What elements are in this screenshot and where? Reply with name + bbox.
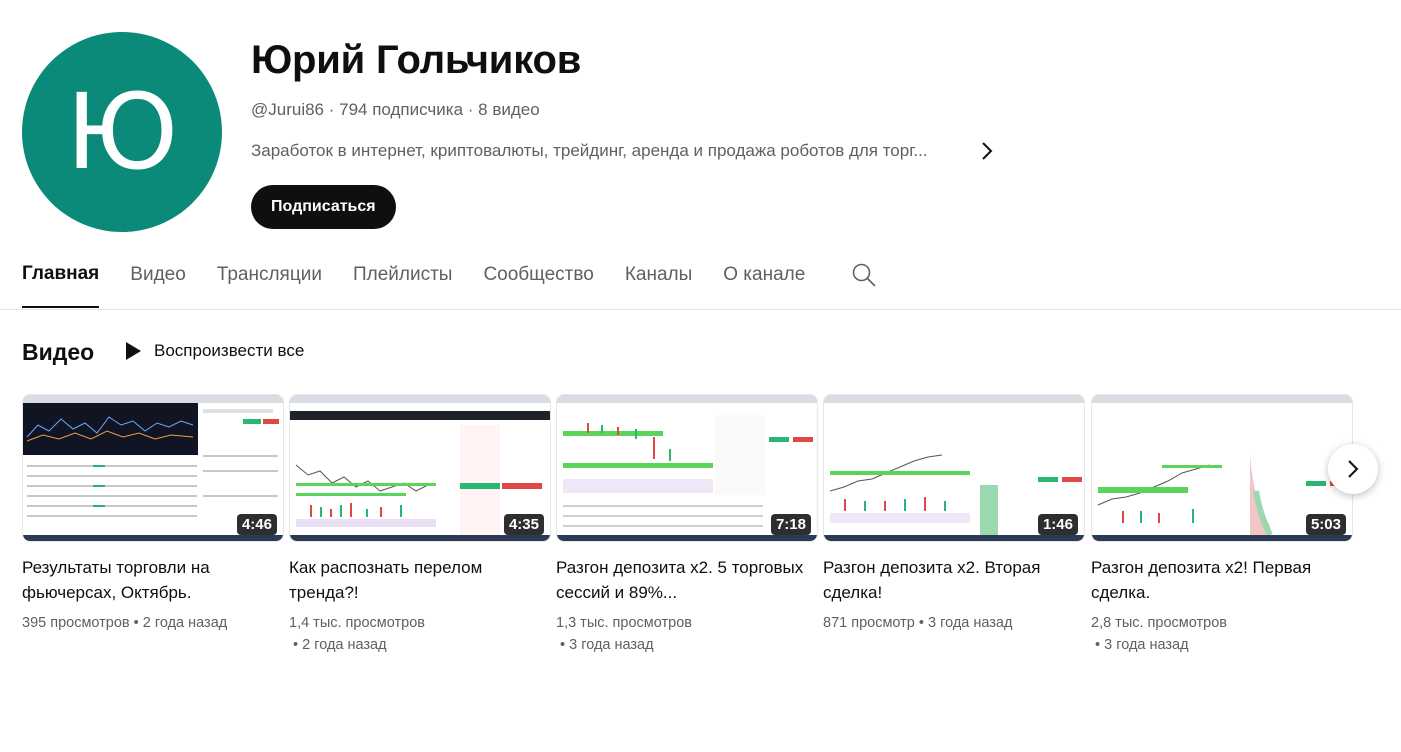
meta-separator: · xyxy=(463,100,479,119)
channel-tabs: Главная Видео Трансляции Плейлисты Сообщ… xyxy=(22,258,878,308)
channel-description-row[interactable]: Заработок в интернет, криптовалюты, трей… xyxy=(251,139,999,163)
video-thumbnail[interactable]: 1:46 xyxy=(823,394,1085,542)
video-duration: 7:18 xyxy=(770,514,811,535)
video-card[interactable]: 5:03 Разгон депозита x2! Первая сделка. … xyxy=(1091,394,1353,656)
channel-description[interactable]: Заработок в интернет, криптовалюты, трей… xyxy=(251,141,961,161)
play-icon xyxy=(126,342,141,360)
video-card[interactable]: 4:46 Результаты торговли на фьючерсах, О… xyxy=(22,394,284,634)
video-card[interactable]: 7:18 Разгон депозита x2. 5 торговых сесс… xyxy=(556,394,818,656)
video-meta: 2,8 тыс. просмотров • 3 года назад xyxy=(1091,612,1353,656)
subscriber-count: 794 подписчика xyxy=(339,100,464,119)
section-title: Видео xyxy=(22,339,95,365)
channel-avatar[interactable]: Ю xyxy=(22,32,222,232)
video-meta: 395 просмотров • 2 года назад xyxy=(22,615,228,631)
chevron-right-icon xyxy=(1348,460,1359,478)
video-meta: 871 просмотр • 3 года назад xyxy=(823,615,1013,631)
video-age: 3 года назад xyxy=(569,637,654,653)
video-thumbnail[interactable]: 4:35 xyxy=(289,394,551,542)
tab-playlists[interactable]: Плейлисты xyxy=(353,258,452,308)
video-age: 3 года назад xyxy=(928,615,1013,631)
video-age: 2 года назад xyxy=(142,615,228,631)
video-views: 1,4 тыс. просмотров xyxy=(289,615,425,631)
video-views: 1,3 тыс. просмотров xyxy=(556,615,692,631)
video-duration: 1:46 xyxy=(1037,514,1078,535)
video-title[interactable]: Разгон депозита x2. Вторая сделка! xyxy=(823,555,1085,605)
tabs-divider xyxy=(0,309,1401,310)
chevron-right-icon[interactable] xyxy=(975,139,999,163)
video-card[interactable]: 4:35 Как распознать перелом тренда?! 1,4… xyxy=(289,394,551,656)
video-age: 3 года назад xyxy=(1104,637,1189,653)
video-views: 871 просмотр xyxy=(823,615,915,631)
video-age: 2 года назад xyxy=(302,637,387,653)
tab-community[interactable]: Сообщество xyxy=(483,258,593,308)
video-duration: 4:46 xyxy=(236,514,277,535)
video-views: 2,8 тыс. просмотров xyxy=(1091,615,1227,631)
video-title[interactable]: Результаты торговли на фьючерсах, Октябр… xyxy=(22,555,284,605)
tab-videos[interactable]: Видео xyxy=(130,258,186,308)
channel-meta: @Jurui86 · 794 подписчика · 8 видео xyxy=(251,100,540,120)
tab-home[interactable]: Главная xyxy=(22,258,100,308)
video-duration: 4:35 xyxy=(503,514,544,535)
tab-channels[interactable]: Каналы xyxy=(625,258,692,308)
tab-live[interactable]: Трансляции xyxy=(217,258,322,308)
video-duration: 5:03 xyxy=(1305,514,1346,535)
video-meta: 1,3 тыс. просмотров • 3 года назад xyxy=(556,612,818,656)
video-views: 395 просмотров xyxy=(22,615,130,631)
video-thumbnail[interactable]: 7:18 xyxy=(556,394,818,542)
subscribe-button[interactable]: Подписаться xyxy=(251,185,396,229)
video-meta: 1,4 тыс. просмотров • 2 года назад xyxy=(289,612,551,656)
channel-handle: @Jurui86 xyxy=(251,100,325,119)
video-title[interactable]: Разгон депозита x2. 5 торговых сессий и … xyxy=(556,555,818,605)
video-title[interactable]: Разгон депозита x2! Первая сделка. xyxy=(1091,555,1353,605)
carousel-next-button[interactable] xyxy=(1328,444,1378,494)
play-all-label: Воспроизвести все xyxy=(154,341,305,360)
video-card[interactable]: 1:46 Разгон депозита x2. Вторая сделка! … xyxy=(823,394,1085,634)
channel-name: Юрий Гольчиков xyxy=(251,38,582,82)
video-title[interactable]: Как распознать перелом тренда?! xyxy=(289,555,551,605)
meta-separator: · xyxy=(324,100,340,119)
video-thumbnail[interactable]: 4:46 xyxy=(22,394,284,542)
video-count: 8 видео xyxy=(478,100,540,119)
video-thumbnail[interactable]: 5:03 xyxy=(1091,394,1353,542)
tab-about[interactable]: О канале xyxy=(723,258,805,308)
search-icon[interactable] xyxy=(850,261,878,289)
play-all-button[interactable]: Воспроизвести все xyxy=(124,341,304,361)
